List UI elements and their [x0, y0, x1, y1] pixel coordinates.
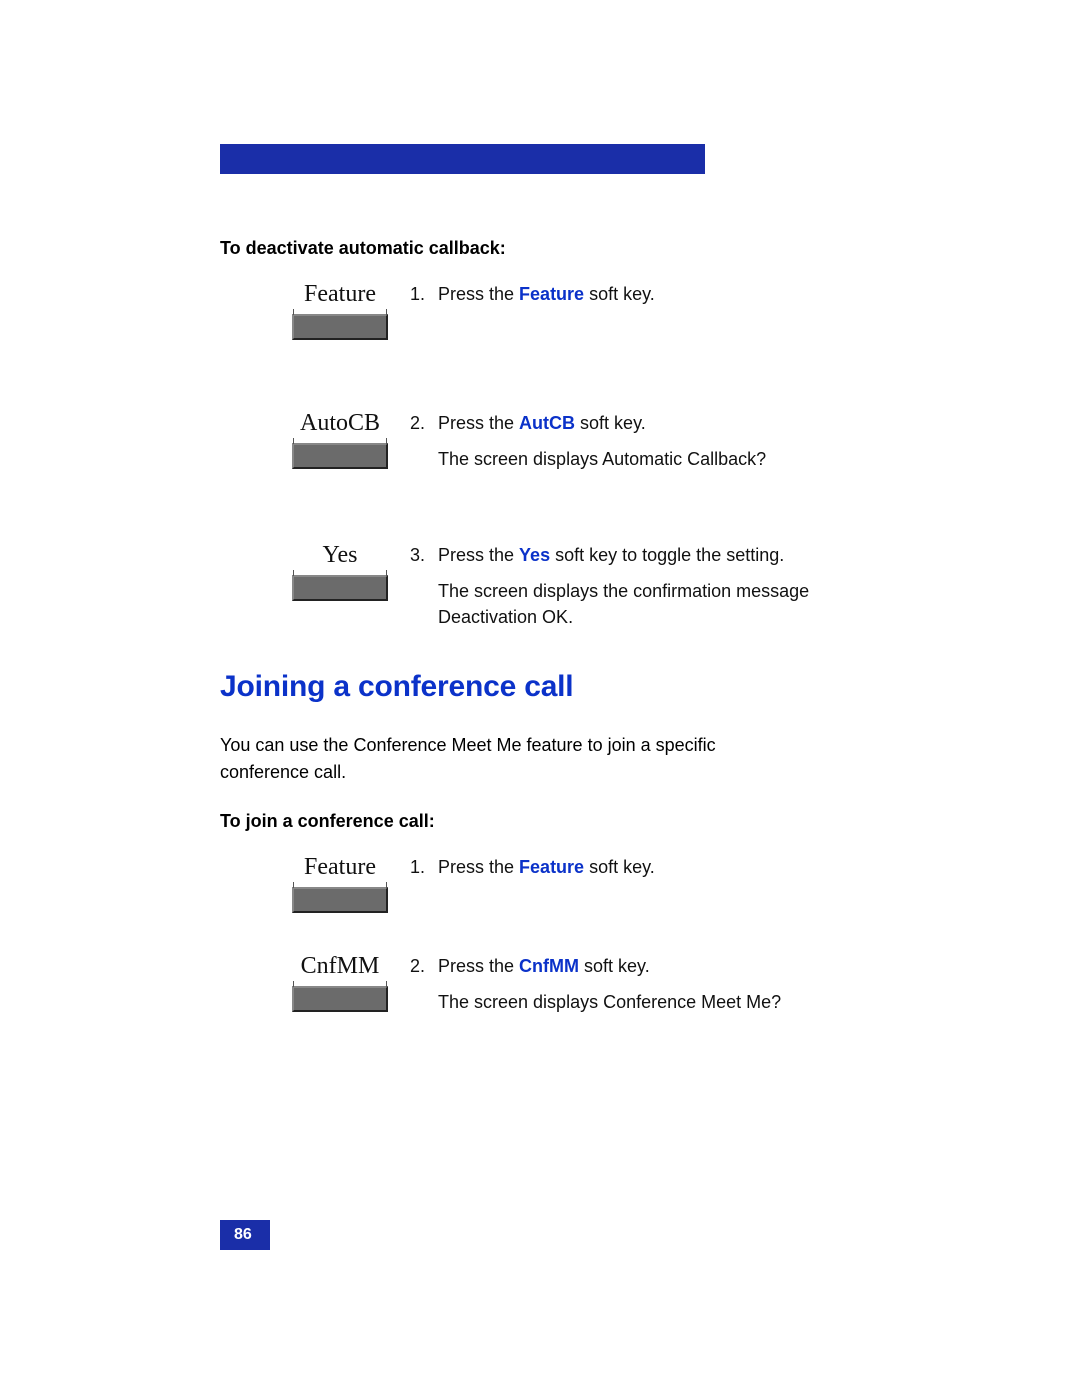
- step-row: Feature 1. Press the Feature soft key.: [220, 854, 860, 913]
- step-text-post: soft key.: [584, 284, 655, 304]
- procedure-title-deactivate: To deactivate automatic callback:: [220, 238, 860, 259]
- document-page: Making a call To deactivate automatic ca…: [220, 144, 860, 1055]
- softkey-icon: [292, 887, 388, 913]
- step-text-post: soft key.: [584, 857, 655, 877]
- step-extra: The screen displays the confirmation mes…: [438, 578, 860, 630]
- step-body: Press the Feature soft key.: [438, 854, 860, 880]
- step-body: Press the Yes soft key to toggle the set…: [438, 542, 860, 568]
- section-paragraph: You can use the Conference Meet Me featu…: [220, 732, 760, 784]
- step-text-pre: Press the: [438, 413, 519, 433]
- step-keyword: Feature: [519, 284, 584, 304]
- step-extra: The screen displays Conference Meet Me?: [438, 989, 860, 1015]
- softkey-icon: [292, 443, 388, 469]
- softkey-label: Feature: [304, 854, 376, 881]
- page-number: 86: [220, 1220, 270, 1250]
- step-extra-pre: The screen displays: [438, 992, 603, 1012]
- step-text: 1. Press the Feature soft key.: [410, 854, 860, 890]
- step-text: 3. Press the Yes soft key to toggle the …: [410, 542, 860, 630]
- step-extra-pre: The screen displays the confirmation mes…: [438, 581, 809, 601]
- step-extra-mono: Automatic Callback?: [602, 449, 766, 469]
- section-heading-joining: Joining a conference call: [220, 670, 860, 704]
- softkey-label: Yes: [323, 542, 358, 569]
- step-text-post: soft key.: [579, 956, 650, 976]
- header-accent-bar: [220, 144, 705, 174]
- step-extra-mono: Deactivation OK: [438, 607, 568, 627]
- step-row: AutoCB 2. Press the AutCB soft key. The …: [220, 410, 860, 472]
- step-extra-pre: The screen displays: [438, 449, 602, 469]
- step-keyword: Yes: [519, 545, 550, 565]
- step-keyword: CnfMM: [519, 956, 579, 976]
- step-body: Press the AutCB soft key.: [438, 410, 860, 436]
- step-text-pre: Press the: [438, 956, 519, 976]
- softkey-column: Feature: [220, 281, 410, 340]
- step-number: 2.: [410, 410, 438, 436]
- softkey-icon: [292, 986, 388, 1012]
- step-row: CnfMM 2. Press the CnfMM soft key. The s…: [220, 953, 860, 1015]
- step-text-post: soft key to toggle the setting.: [550, 545, 784, 565]
- step-number: 1.: [410, 281, 438, 307]
- step-text-pre: Press the: [438, 284, 519, 304]
- step-text-pre: Press the: [438, 857, 519, 877]
- softkey-column: AutoCB: [220, 410, 410, 469]
- page-footer: 86: [220, 1220, 705, 1250]
- step-row: Yes 3. Press the Yes soft key to toggle …: [220, 542, 860, 630]
- step-body: Press the CnfMM soft key.: [438, 953, 860, 979]
- softkey-column: Feature: [220, 854, 410, 913]
- step-number: 1.: [410, 854, 438, 880]
- step-keyword: Feature: [519, 857, 584, 877]
- step-extra-post: .: [568, 607, 573, 627]
- step-text: 1. Press the Feature soft key.: [410, 281, 860, 317]
- step-keyword: AutCB: [519, 413, 575, 433]
- step-row: Feature 1. Press the Feature soft key.: [220, 281, 860, 340]
- step-number: 3.: [410, 542, 438, 568]
- softkey-label: AutoCB: [300, 410, 380, 437]
- softkey-label: Feature: [304, 281, 376, 308]
- softkey-icon: [292, 575, 388, 601]
- softkey-column: Yes: [220, 542, 410, 601]
- step-number: 2.: [410, 953, 438, 979]
- softkey-icon: [292, 314, 388, 340]
- softkey-label: CnfMM: [301, 953, 380, 980]
- step-text-post: soft key.: [575, 413, 646, 433]
- step-extra-mono: Conference Meet Me?: [603, 992, 781, 1012]
- step-extra: The screen displays Automatic Callback?: [438, 446, 860, 472]
- step-text-pre: Press the: [438, 545, 519, 565]
- step-text: 2. Press the CnfMM soft key. The screen …: [410, 953, 860, 1015]
- procedure-title-join: To join a conference call:: [220, 811, 860, 832]
- step-body: Press the Feature soft key.: [438, 281, 860, 307]
- page-running-header: Making a call: [220, 184, 860, 224]
- softkey-column: CnfMM: [220, 953, 410, 1012]
- step-text: 2. Press the AutCB soft key. The screen …: [410, 410, 860, 472]
